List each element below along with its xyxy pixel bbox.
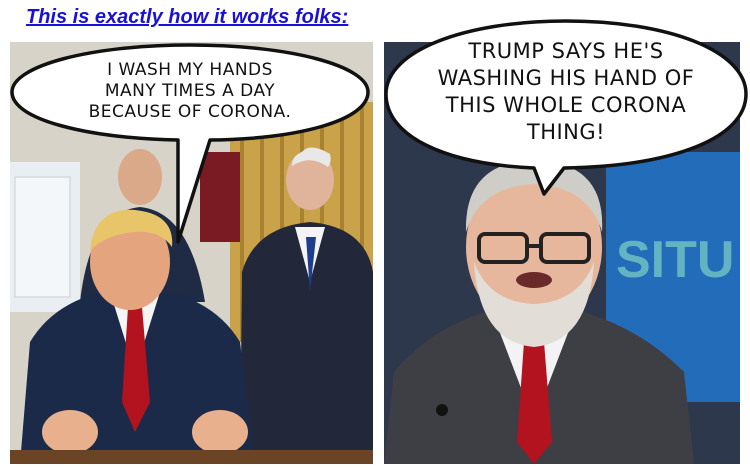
screen-text: SITU: [616, 231, 734, 289]
speech-bubble-text: I WASH MY HANDS MANY TIMES A DAY BECAUSE…: [88, 59, 292, 122]
panel-divider: [374, 42, 383, 466]
speech-bubble-left: I WASH MY HANDS MANY TIMES A DAY BECAUSE…: [10, 42, 370, 244]
meme-caption: This is exactly how it works folks:: [26, 6, 349, 28]
speech-bubble-right: TRUMP SAYS HE'S WASHING HIS HAND OF THIS…: [384, 18, 748, 196]
speech-bubble-text: TRUMP SAYS HE'S WASHING HIS HAND OF THIS…: [437, 39, 695, 144]
